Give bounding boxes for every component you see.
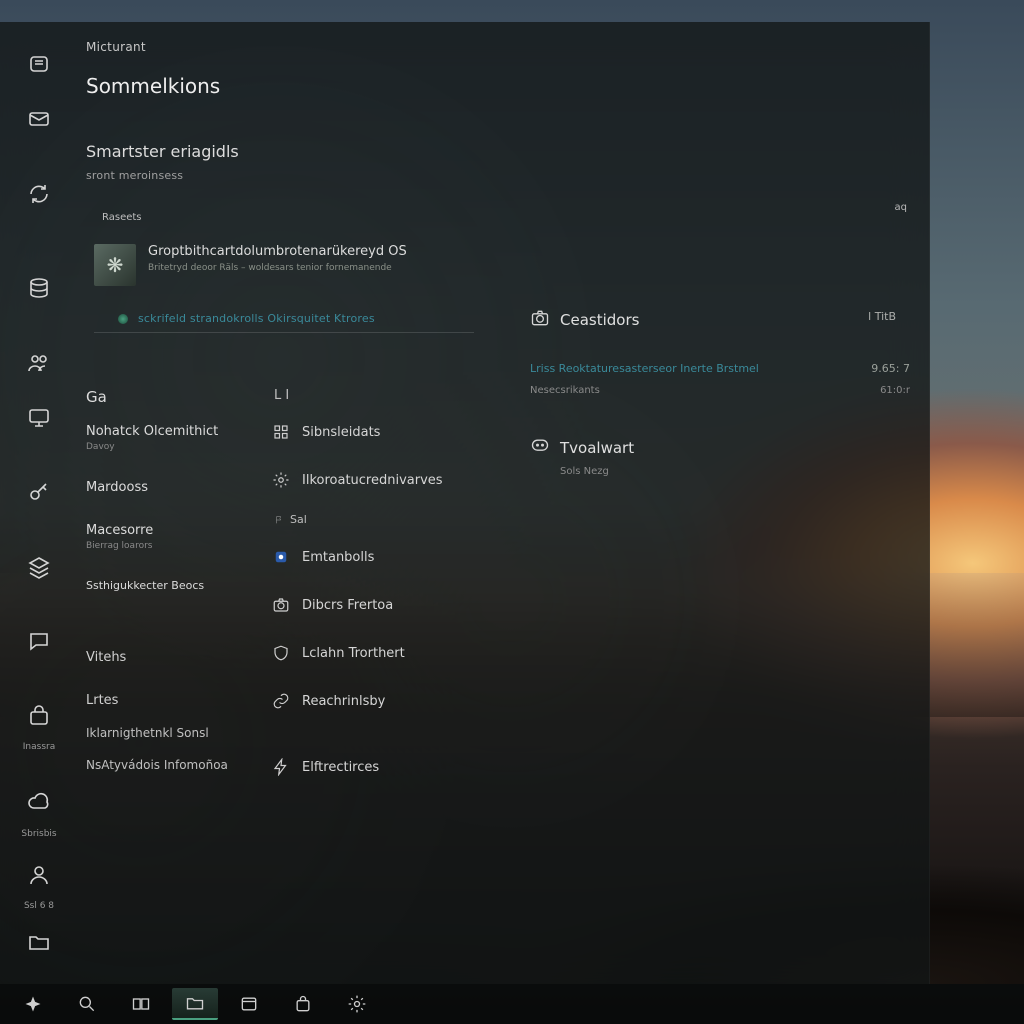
li-item[interactable]: Emtanbolls xyxy=(270,548,490,566)
rail-mail-button[interactable] xyxy=(0,95,78,144)
rail-display-button[interactable] xyxy=(0,393,78,442)
panel-title: Sommelkions xyxy=(86,74,261,98)
user-icon xyxy=(26,862,52,888)
li-item[interactable]: Elftrectirces xyxy=(270,758,490,776)
category-column-ga: Ga Nohatck Olcemithict Davoy Mardooss Ma… xyxy=(86,388,246,772)
ga-section-2: Vitehs xyxy=(86,650,246,665)
people-icon xyxy=(26,350,52,376)
li-title: L I xyxy=(274,388,490,403)
quick-link[interactable]: sckrifeld strandokrolls Okirsquitet Ktro… xyxy=(118,312,375,325)
right-heading-2[interactable]: Tvoalwart xyxy=(530,436,910,460)
taskbar-settings-button[interactable] xyxy=(334,988,380,1020)
rail-folder-button[interactable] xyxy=(0,917,78,966)
cloud-icon xyxy=(26,789,52,815)
menu-icon xyxy=(26,51,52,77)
rail-refresh-button[interactable] xyxy=(0,169,78,218)
corner-label: aq xyxy=(895,202,907,213)
taskview-icon xyxy=(131,994,151,1014)
bag-icon xyxy=(293,994,313,1014)
folder-icon xyxy=(26,929,52,955)
featured-item[interactable]: ❋ Groptbithcartdolumbrotenarükereyd OS B… xyxy=(94,244,504,286)
app-icon xyxy=(270,548,292,566)
ga-row[interactable]: Iklarnigthetnkl Sonsl xyxy=(86,726,246,740)
ga-title: Ga xyxy=(86,388,246,406)
rail-cloud-button[interactable] xyxy=(0,778,78,827)
li-item-small[interactable]: Sal xyxy=(274,513,490,526)
bolt-icon xyxy=(270,758,292,776)
taskbar-taskview-button[interactable] xyxy=(118,988,164,1020)
camera-icon xyxy=(530,308,550,332)
folder-icon xyxy=(185,993,205,1013)
rail-docs-label: Sbrisbis xyxy=(0,829,78,839)
mail-icon xyxy=(26,106,52,132)
li-item[interactable]: Ilkoroatucrednivarves xyxy=(270,471,490,489)
taskbar-search-button[interactable] xyxy=(64,988,110,1020)
icon-rail: Inassra Sbrisbis Ssl 6 8 xyxy=(0,22,78,984)
right-column: Ceastidors l TitB Lriss Reoktaturesaster… xyxy=(530,308,910,477)
shield-icon xyxy=(270,644,292,662)
right-link-row[interactable]: Lriss Reoktaturesasterseor Inerte Brstme… xyxy=(530,362,910,375)
link-icon xyxy=(270,692,292,710)
right-meta: l TitB xyxy=(868,310,896,323)
rail-key-button[interactable] xyxy=(0,468,78,517)
rail-store-label: Inassra xyxy=(0,742,78,752)
chat-icon xyxy=(26,628,52,654)
taskbar-start-button[interactable] xyxy=(10,988,56,1020)
rail-database-button[interactable] xyxy=(0,264,78,313)
ga-row[interactable]: NsAtyvádois Infomoñoa xyxy=(86,758,246,772)
grid-icon xyxy=(270,423,292,441)
gear-icon xyxy=(347,994,367,1014)
taskbar-app-button[interactable] xyxy=(226,988,272,1020)
taskbar xyxy=(0,984,1024,1024)
start-icon xyxy=(23,994,43,1014)
right-heading-1[interactable]: Ceastidors l TitB xyxy=(530,308,910,332)
ga-item[interactable]: Nohatck Olcemithict Davoy xyxy=(86,424,246,452)
featured-thumbnail: ❋ xyxy=(94,244,136,286)
rail-user-label: Ssl 6 8 xyxy=(0,901,78,911)
rail-chat-button[interactable] xyxy=(0,617,78,666)
rail-people-button[interactable] xyxy=(0,338,78,387)
ga-item[interactable]: Macesorre Bierrag loarors xyxy=(86,523,246,551)
featured-subtitle: Britetryd deoor Räls – woldesars tenior … xyxy=(148,263,407,273)
taskbar-explorer-button[interactable] xyxy=(172,988,218,1020)
right-sub-2: Sols Nezg xyxy=(560,466,910,477)
rail-menu-button[interactable] xyxy=(0,40,78,89)
section-heading: Smartster eriagidls xyxy=(86,142,261,161)
chat-icon xyxy=(530,436,550,460)
ga-section-3: Lrtes xyxy=(86,693,246,708)
rail-user-button[interactable] xyxy=(0,851,78,900)
right-sub-row: Nesecsrikants 61:0:r xyxy=(530,385,910,396)
brand-label: Micturant xyxy=(86,40,261,54)
refresh-icon xyxy=(26,181,52,207)
li-item[interactable]: Reachrinlsby xyxy=(270,692,490,710)
taskbar-store-button[interactable] xyxy=(280,988,326,1020)
rail-store-button[interactable] xyxy=(0,691,78,740)
layers-icon xyxy=(26,554,52,580)
search-icon xyxy=(77,994,97,1014)
gear-icon xyxy=(270,471,292,489)
badge-label: Raseets xyxy=(102,212,261,223)
li-item[interactable]: Sibnsleidats xyxy=(270,423,490,441)
section-subheading: sront meroinsess xyxy=(86,169,261,182)
display-icon xyxy=(26,404,52,430)
start-panel: Inassra Sbrisbis Ssl 6 8 Micturant Somme… xyxy=(0,22,930,984)
store-icon xyxy=(26,703,52,729)
li-item[interactable]: Lclahn Trorthert xyxy=(270,644,490,662)
li-item[interactable]: Dibcrs Frertoa xyxy=(270,596,490,614)
key-icon xyxy=(26,479,52,505)
window-icon xyxy=(239,994,259,1014)
camera-icon xyxy=(270,596,292,614)
featured-title: Groptbithcartdolumbrotenarükereyd OS xyxy=(148,244,407,259)
ga-item[interactable]: Ssthigukkecter Beocs xyxy=(86,579,246,592)
rail-layers-button[interactable] xyxy=(0,542,78,591)
ga-item[interactable]: Mardooss xyxy=(86,480,246,495)
database-icon xyxy=(26,275,52,301)
quick-link-text[interactable]: sckrifeld strandokrolls Okirsquitet Ktro… xyxy=(138,312,375,325)
category-column-li: L I Sibnsleidats Ilkoroatucrednivarves S… xyxy=(270,388,490,806)
sparkle-icon: ❋ xyxy=(107,253,124,277)
status-dot-icon xyxy=(118,314,128,324)
